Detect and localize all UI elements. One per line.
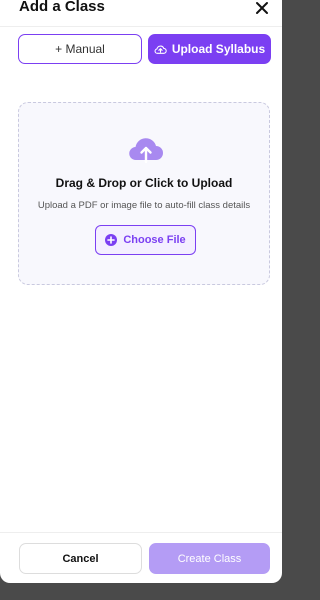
cancel-button[interactable]: Cancel — [19, 543, 142, 574]
upload-syllabus-tab-label: Upload Syllabus — [171, 42, 266, 56]
manual-tab-label: + Manual — [55, 42, 105, 56]
plus-circle-icon — [105, 234, 118, 246]
dropzone-title: Drag & Drop or Click to Upload — [55, 176, 233, 190]
cloud-upload-icon — [154, 45, 167, 54]
modal-header: Add a Class — [0, 0, 282, 27]
manual-tab[interactable]: + Manual — [18, 34, 142, 64]
create-class-button-label: Create Class — [177, 552, 242, 565]
dropzone-subtitle: Upload a PDF or image file to auto-fill … — [37, 200, 251, 211]
cancel-button-label: Cancel — [62, 552, 99, 565]
choose-file-label: Choose File — [123, 234, 186, 246]
add-class-modal: Add a Class + Manual Upload Syllabus Dra… — [0, 0, 282, 583]
upload-dropzone[interactable]: Drag & Drop or Click to Upload Upload a … — [18, 102, 270, 285]
upload-syllabus-tab[interactable]: Upload Syllabus — [148, 34, 271, 64]
modal-title: Add a Class — [19, 0, 105, 15]
cloud-upload-icon — [129, 138, 163, 164]
create-class-button[interactable]: Create Class — [149, 543, 270, 574]
choose-file-button[interactable]: Choose File — [95, 225, 196, 255]
close-icon[interactable] — [255, 1, 269, 15]
modal-footer: Cancel Create Class — [0, 532, 282, 583]
